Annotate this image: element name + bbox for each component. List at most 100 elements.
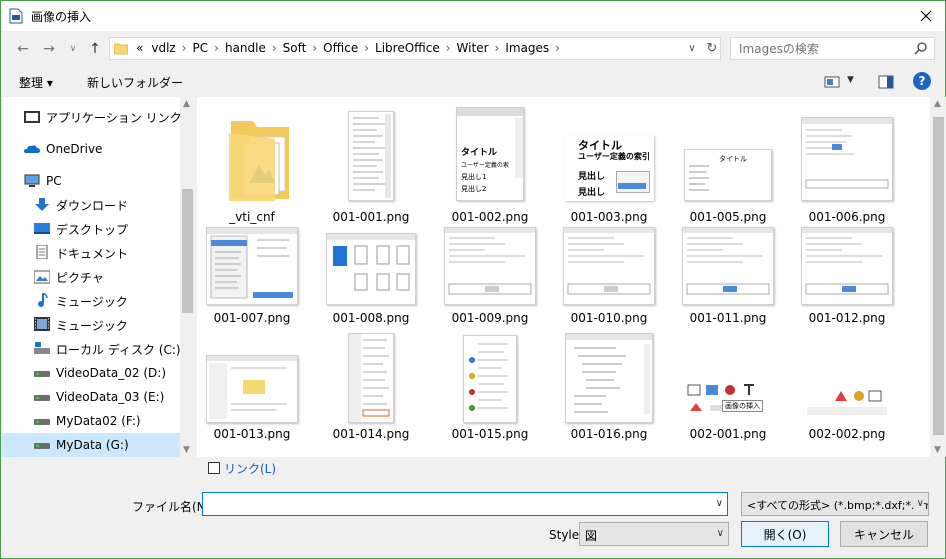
file-item[interactable]: 001-012.png xyxy=(792,221,902,339)
style-select[interactable]: 図 ∨ xyxy=(579,522,729,546)
scroll-up-icon[interactable]: ▲ xyxy=(934,99,941,109)
file-item[interactable]: 001-015.png xyxy=(435,331,545,449)
breadcrumb-separator-icon[interactable]: › xyxy=(270,41,279,55)
breadcrumb-separator-icon[interactable]: › xyxy=(180,41,189,55)
forward-button[interactable]: → xyxy=(39,39,59,59)
thumb-text: 見出し2 xyxy=(461,185,487,193)
breadcrumb-item[interactable]: vdlz xyxy=(147,41,179,55)
nav-item-music[interactable]: ミュージック xyxy=(2,289,180,313)
file-item[interactable]: タイトル ユーザー定義の索 見出し1 見出し2 001-002.png xyxy=(435,103,545,224)
file-item[interactable]: 画像の挿入 002-001.png xyxy=(673,331,783,449)
address-bar[interactable]: « vdlz › PC › handle › Soft › Office › L… xyxy=(109,37,721,60)
scroll-down-icon[interactable]: ▼ xyxy=(183,445,190,455)
file-item-folder[interactable]: _vti_cnf xyxy=(197,103,307,224)
file-item[interactable]: 001-014.png xyxy=(316,331,426,449)
file-name: 001-016.png xyxy=(570,427,648,441)
breadcrumb-separator-icon[interactable]: › xyxy=(212,41,221,55)
breadcrumb-item[interactable]: Office xyxy=(319,41,362,55)
nav-item-app-links[interactable]: アプリケーション リンク xyxy=(2,105,182,129)
recent-locations-button[interactable]: ∨ xyxy=(63,39,83,59)
thumb-text: 見出し1 xyxy=(461,173,487,181)
breadcrumb-item[interactable]: Soft xyxy=(279,41,311,55)
breadcrumb-separator-icon[interactable]: › xyxy=(444,41,453,55)
style-label: Style xyxy=(549,528,580,542)
nav-scrollbar[interactable]: ▲ ▼ xyxy=(180,97,195,457)
file-item[interactable]: 001-001.png xyxy=(316,103,426,224)
nav-item-videos[interactable]: ミュージック xyxy=(2,313,180,337)
scrollbar-thumb[interactable] xyxy=(182,189,193,313)
thumb-text: 見出し xyxy=(578,188,606,198)
file-list-scrollbar[interactable]: ▲ ▼ xyxy=(930,97,946,457)
up-button[interactable]: ↑ xyxy=(85,39,105,59)
filename-combobox[interactable]: ∨ xyxy=(202,492,728,516)
file-item[interactable]: 001-008.png xyxy=(316,221,426,339)
nav-item-pictures[interactable]: ピクチャ xyxy=(2,265,180,289)
preview-pane-icon[interactable] xyxy=(878,75,894,89)
chevron-down-icon: ∨ xyxy=(716,528,724,539)
nav-item-label: PC xyxy=(46,174,62,188)
image-thumbnail xyxy=(565,333,653,423)
nav-item-onedrive[interactable]: OneDrive xyxy=(2,137,180,161)
breadcrumb-item[interactable]: Images xyxy=(501,41,553,55)
file-item[interactable]: 001-006.png xyxy=(792,103,902,224)
breadcrumb-separator-icon[interactable]: › xyxy=(362,41,371,55)
back-button[interactable]: ← xyxy=(13,39,33,59)
image-thumbnail xyxy=(801,117,893,201)
file-name: 002-002.png xyxy=(808,427,886,441)
address-dropdown-button[interactable]: ∨ xyxy=(684,40,700,56)
search-box[interactable] xyxy=(730,37,935,60)
view-mode-icon[interactable] xyxy=(824,75,840,89)
file-item[interactable]: タイトル 001-005.png xyxy=(673,103,783,224)
file-type-select[interactable]: <すべての形式> (*.bmp;*.dxf;*.emf ∨ xyxy=(741,492,929,516)
nav-item-drive-c[interactable]: ローカル ディスク (C:) xyxy=(2,337,181,361)
organize-menu-button[interactable]: 整理 ▾ xyxy=(19,74,53,91)
drive-icon xyxy=(34,371,50,377)
scroll-down-icon[interactable]: ▼ xyxy=(934,445,941,455)
nav-item-downloads[interactable]: ダウンロード xyxy=(2,193,180,217)
search-input[interactable] xyxy=(737,40,907,57)
refresh-button[interactable]: ↻ xyxy=(704,40,720,56)
scrollbar-thumb[interactable] xyxy=(933,117,944,435)
link-checkbox[interactable] xyxy=(208,462,220,474)
file-item[interactable]: 001-013.png xyxy=(197,331,307,449)
breadcrumb-item[interactable]: LibreOffice xyxy=(371,41,444,55)
cancel-button[interactable]: キャンセル xyxy=(840,521,928,547)
file-item[interactable]: 002-002.png xyxy=(792,331,902,449)
breadcrumb-separator-icon[interactable]: › xyxy=(310,41,319,55)
link-checkbox-label[interactable]: リンク(L) xyxy=(224,460,276,477)
help-icon[interactable]: ? xyxy=(913,72,931,90)
file-item[interactable]: 001-009.png xyxy=(435,221,545,339)
breadcrumb-item[interactable]: handle xyxy=(221,41,270,55)
app-links-icon xyxy=(24,111,40,123)
search-icon[interactable] xyxy=(914,41,928,55)
breadcrumb-separator-icon[interactable]: › xyxy=(493,41,502,55)
nav-item-drive-g[interactable]: MyData (G:) xyxy=(2,433,180,457)
file-item[interactable]: 001-011.png xyxy=(673,221,783,339)
open-button[interactable]: 開く(O) xyxy=(741,521,829,547)
file-item[interactable]: タイトル ユーザー定義の索引 見出し 見出し 001-003.png xyxy=(554,103,664,224)
breadcrumb-overflow[interactable]: « xyxy=(132,41,147,55)
nav-item-documents[interactable]: ドキュメント xyxy=(2,241,180,265)
nav-item-drive-f[interactable]: MyData02 (F:) xyxy=(2,409,180,433)
filename-input[interactable] xyxy=(207,496,697,512)
breadcrumb-separator-icon[interactable]: › xyxy=(553,41,562,55)
chevron-down-icon[interactable]: ∨ xyxy=(716,498,723,509)
file-item[interactable]: 001-016.png xyxy=(554,331,664,449)
breadcrumb-item[interactable]: PC xyxy=(189,41,213,55)
file-item[interactable]: 001-010.png xyxy=(554,221,664,339)
nav-item-drive-d[interactable]: VideoData_02 (D:) xyxy=(2,361,180,385)
image-thumbnail xyxy=(348,111,394,201)
file-name: 001-012.png xyxy=(808,311,886,325)
file-item[interactable]: 001-007.png xyxy=(197,221,307,339)
nav-item-desktop[interactable]: デスクトップ xyxy=(2,217,180,241)
view-dropdown-icon[interactable]: ▼ xyxy=(847,75,854,85)
nav-item-drive-e[interactable]: VideoData_03 (E:) xyxy=(2,385,180,409)
scroll-up-icon[interactable]: ▲ xyxy=(183,99,190,109)
title-bar: 画像の挿入 xyxy=(1,1,945,31)
new-folder-button[interactable]: 新しいフォルダー xyxy=(87,74,183,91)
breadcrumb-item[interactable]: Witer xyxy=(453,41,493,55)
close-button[interactable] xyxy=(913,5,939,27)
close-icon xyxy=(920,10,932,22)
nav-item-pc[interactable]: PC xyxy=(2,169,180,193)
image-thumbnail xyxy=(682,227,774,305)
